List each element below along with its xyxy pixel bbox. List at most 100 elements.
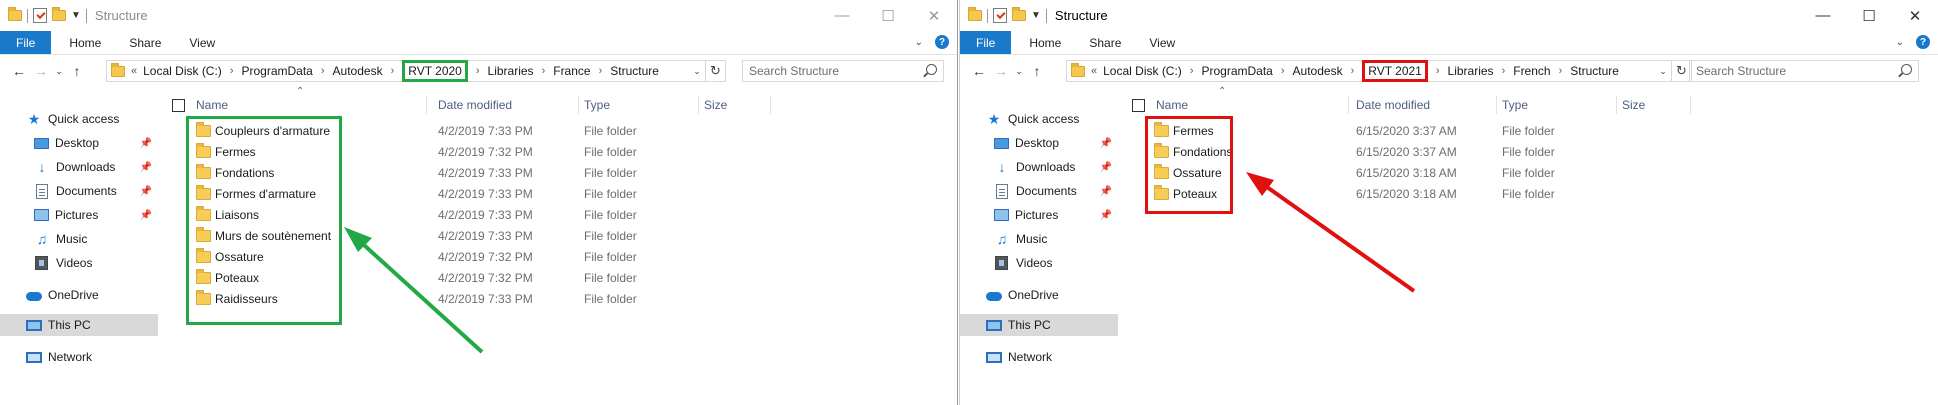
breadcrumb-local-disk[interactable]: Local Disk (C:) <box>143 64 222 78</box>
back-arrow-icon[interactable]: ← <box>968 63 990 79</box>
breadcrumb-separator-icon[interactable]: › <box>1559 65 1563 77</box>
column-divider[interactable] <box>1616 96 1617 114</box>
column-size[interactable]: Size <box>1622 96 1645 114</box>
forward-arrow-icon[interactable]: → <box>30 63 52 79</box>
column-divider[interactable] <box>1690 96 1691 114</box>
list-item[interactable]: Murs de soutènement 4/2/2019 7:33 PM File … <box>180 227 957 245</box>
pin-icon[interactable]: 📌 <box>1100 162 1112 173</box>
nav-onedrive[interactable]: OneDrive <box>960 284 1118 306</box>
maximize-button[interactable]: ☐ <box>1846 0 1892 31</box>
pin-icon[interactable]: 📌 <box>1100 186 1112 197</box>
search-input[interactable]: Search Structure <box>1689 60 1919 82</box>
list-item[interactable]: Coupleurs d'armature 4/2/2019 7:33 PM File… <box>180 122 957 140</box>
address-dropdown-icon[interactable]: ⌄ <box>689 66 705 77</box>
breadcrumb-structure[interactable]: Structure <box>1570 64 1619 78</box>
breadcrumb-libraries[interactable]: Libraries <box>1448 64 1494 78</box>
nav-this-pc[interactable]: This PC <box>0 314 158 336</box>
minimize-button[interactable]: — <box>819 0 865 31</box>
breadcrumb-programdata[interactable]: ProgramData <box>1201 64 1272 78</box>
nav-onedrive[interactable]: OneDrive <box>0 284 158 306</box>
column-divider[interactable] <box>426 96 427 114</box>
pin-icon[interactable]: 📌 <box>140 186 152 197</box>
column-divider[interactable] <box>770 96 771 114</box>
breadcrumb-separator-icon[interactable]: › <box>1436 65 1440 77</box>
tab-home[interactable]: Home <box>55 31 115 54</box>
overflow-chevron-icon[interactable]: « <box>1091 65 1097 77</box>
column-divider[interactable] <box>1496 96 1497 114</box>
list-item[interactable]: Fermes 6/15/2020 3:37 AM File folder <box>1140 122 1938 140</box>
nav-documents[interactable]: Documents 📌 <box>0 180 158 202</box>
nav-this-pc[interactable]: This PC <box>960 314 1118 336</box>
column-date-modified[interactable]: Date modified <box>1356 96 1430 114</box>
breadcrumb-separator-icon[interactable]: › <box>1190 65 1194 77</box>
nav-pictures[interactable]: Pictures 📌 <box>960 204 1118 226</box>
nav-network[interactable]: Network <box>0 346 158 368</box>
pin-icon[interactable]: 📌 <box>140 138 152 149</box>
breadcrumb-rvt-version[interactable]: RVT 2020 <box>402 60 468 82</box>
nav-quick-access[interactable]: ★ Quick access <box>960 108 1118 130</box>
new-folder-icon[interactable] <box>1012 7 1026 21</box>
column-type[interactable]: Type <box>1502 96 1528 114</box>
breadcrumb-libraries[interactable]: Libraries <box>488 64 534 78</box>
column-name[interactable]: Name <box>1156 96 1188 114</box>
refresh-icon[interactable]: ↻ <box>1671 61 1691 81</box>
column-divider[interactable] <box>1348 96 1349 114</box>
back-arrow-icon[interactable]: ← <box>8 63 30 79</box>
new-folder-icon[interactable] <box>52 7 66 21</box>
pin-icon[interactable]: 📌 <box>140 210 152 221</box>
tab-home[interactable]: Home <box>1015 31 1075 54</box>
expand-ribbon-icon[interactable]: ⌄ <box>915 37 923 48</box>
up-arrow-icon[interactable]: ↑ <box>1026 63 1048 79</box>
column-size[interactable]: Size <box>704 96 727 114</box>
select-all-checkbox[interactable] <box>172 99 185 112</box>
breadcrumb-separator-icon[interactable]: › <box>230 65 234 77</box>
nav-downloads[interactable]: ↓ Downloads 📌 <box>960 156 1118 178</box>
column-divider[interactable] <box>698 96 699 114</box>
pin-icon[interactable]: 📌 <box>140 162 152 173</box>
breadcrumb-language[interactable]: France <box>553 64 590 78</box>
recent-locations-chevron-icon[interactable]: ⌄ <box>1012 66 1026 77</box>
select-all-checkbox[interactable] <box>1132 99 1145 112</box>
breadcrumb-separator-icon[interactable]: › <box>599 65 603 77</box>
list-item[interactable]: Formes d'armature 4/2/2019 7:33 PM File fo… <box>180 185 957 203</box>
tab-share[interactable]: Share <box>115 31 175 54</box>
expand-ribbon-icon[interactable]: ⌄ <box>1896 37 1904 48</box>
list-item[interactable]: Ossature 4/2/2019 7:32 PM File folder <box>180 248 957 266</box>
breadcrumb-separator-icon[interactable]: › <box>1351 65 1355 77</box>
nav-videos[interactable]: Videos <box>0 252 158 274</box>
list-item[interactable]: Ossature 6/15/2020 3:18 AM File folder <box>1140 164 1938 182</box>
properties-icon[interactable] <box>33 8 47 23</box>
breadcrumb-structure[interactable]: Structure <box>610 64 659 78</box>
nav-documents[interactable]: Documents 📌 <box>960 180 1118 202</box>
breadcrumb-separator-icon[interactable]: › <box>542 65 546 77</box>
column-name[interactable]: Name <box>196 96 228 114</box>
up-arrow-icon[interactable]: ↑ <box>66 63 88 79</box>
breadcrumb-separator-icon[interactable]: › <box>391 65 395 77</box>
tab-share[interactable]: Share <box>1075 31 1135 54</box>
search-icon[interactable] <box>926 64 937 75</box>
refresh-icon[interactable]: ↻ <box>705 61 725 81</box>
breadcrumb-separator-icon[interactable]: › <box>476 65 480 77</box>
address-dropdown-icon[interactable]: ⌄ <box>1655 66 1671 77</box>
tab-file[interactable]: File <box>0 31 52 54</box>
breadcrumb-autodesk[interactable]: Autodesk <box>1293 64 1343 78</box>
overflow-chevron-icon[interactable]: « <box>131 65 137 77</box>
breadcrumb-local-disk[interactable]: Local Disk (C:) <box>1103 64 1182 78</box>
nav-music[interactable]: ♫ Music <box>0 228 158 250</box>
column-divider[interactable] <box>578 96 579 114</box>
properties-icon[interactable] <box>993 8 1007 23</box>
pin-icon[interactable]: 📌 <box>1100 210 1112 221</box>
breadcrumb-rvt-version[interactable]: RVT 2021 <box>1362 60 1428 82</box>
breadcrumb-separator-icon[interactable]: › <box>1281 65 1285 77</box>
nav-network[interactable]: Network <box>960 346 1118 368</box>
nav-downloads[interactable]: ↓ Downloads 📌 <box>0 156 158 178</box>
tab-view[interactable]: View <box>1135 31 1189 54</box>
column-date-modified[interactable]: Date modified <box>438 96 512 114</box>
search-input[interactable]: Search Structure <box>742 60 944 82</box>
help-icon[interactable]: ? <box>1916 35 1930 49</box>
list-item[interactable]: Liaisons 4/2/2019 7:33 PM File folder <box>180 206 957 224</box>
recent-locations-chevron-icon[interactable]: ⌄ <box>52 66 66 77</box>
list-item[interactable]: Poteaux 4/2/2019 7:32 PM File folder <box>180 269 957 287</box>
nav-desktop[interactable]: Desktop 📌 <box>0 132 158 154</box>
breadcrumb-programdata[interactable]: ProgramData <box>241 64 312 78</box>
